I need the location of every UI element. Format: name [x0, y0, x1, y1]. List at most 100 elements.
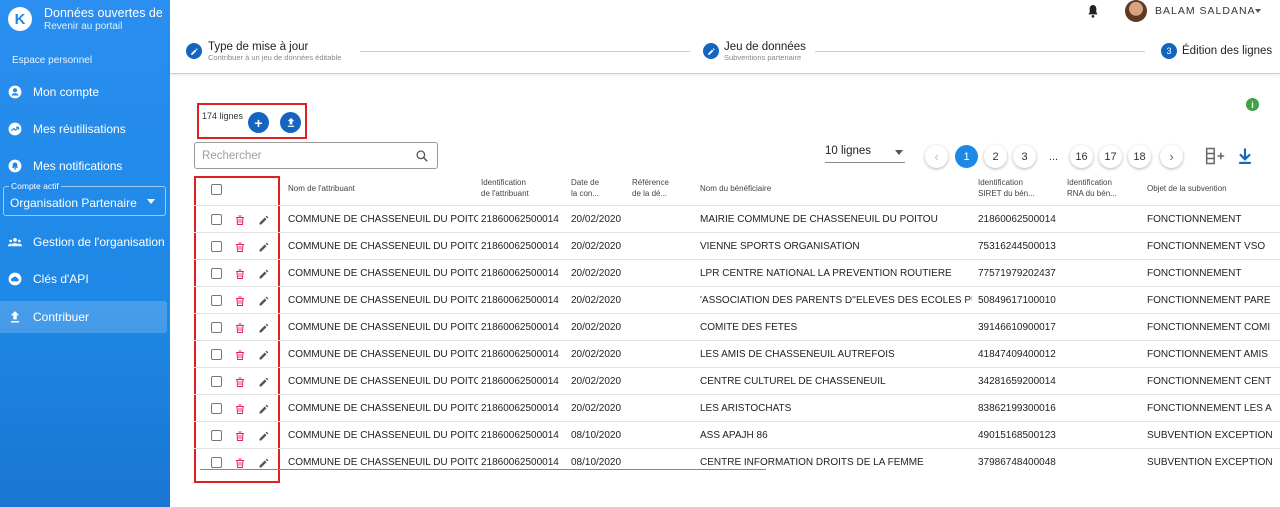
info-icon[interactable]: i — [1246, 98, 1259, 111]
active-account-select[interactable]: Compte actif Organisation Partenaire — [3, 181, 166, 216]
row-checkbox[interactable] — [211, 214, 222, 225]
table-cell: FONCTIONNEMENT — [1147, 214, 1242, 225]
column-header-line: Identification — [978, 178, 1023, 187]
column-header[interactable]: Identification de l'attribuant — [481, 178, 529, 200]
table-cell: 20/02/2020 — [571, 214, 622, 225]
table-cell: 21860062500014 — [481, 322, 559, 333]
sidebar-item-mon-compte[interactable]: Mon compte — [0, 76, 167, 108]
delete-row-icon[interactable] — [234, 375, 246, 387]
table-cell: COMMUNE DE CHASSENEUIL DU POITOU — [288, 322, 478, 333]
row-checkbox[interactable] — [211, 430, 222, 441]
step-title[interactable]: Édition des lignes — [1182, 45, 1272, 57]
delete-row-icon[interactable] — [234, 348, 246, 360]
table-cell: ASS APAJH 86 — [700, 430, 768, 441]
table-cell: 75316244500013 — [978, 241, 1056, 252]
account-circle-icon — [8, 85, 22, 99]
delete-row-icon[interactable] — [234, 267, 246, 279]
edit-row-icon[interactable] — [258, 321, 270, 333]
row-checkbox[interactable] — [211, 376, 222, 387]
column-header[interactable]: Référence de la dé... — [632, 178, 669, 200]
username[interactable]: BALAM SALDANA — [1155, 5, 1256, 17]
upload-button[interactable] — [280, 112, 301, 133]
page-17-button[interactable]: 17 — [1099, 145, 1122, 168]
column-header-line: de la dé... — [632, 188, 668, 198]
edit-row-icon[interactable] — [258, 375, 270, 387]
table-cell: 21860062500014 — [481, 349, 559, 360]
table-cell: COMMUNE DE CHASSENEUIL DU POITOU — [288, 349, 478, 360]
add-column-icon[interactable] — [1205, 146, 1225, 166]
page-2-button[interactable]: 2 — [984, 145, 1007, 168]
table-cell: LES AMIS DE CHASSENEUIL AUTREFOIS — [700, 349, 895, 360]
brand[interactable]: K Données ouvertes de r... Revenir au po… — [0, 0, 170, 40]
sidebar-item-mes-notifications[interactable]: Mes notifications — [0, 150, 167, 182]
add-row-button[interactable]: + — [248, 112, 269, 133]
row-checkbox[interactable] — [211, 295, 222, 306]
column-header[interactable]: Nom du bénéficiaire — [700, 184, 771, 195]
portal-title[interactable]: Données ouvertes de r... — [44, 6, 162, 21]
row-checkbox[interactable] — [211, 322, 222, 333]
edit-row-icon[interactable] — [258, 348, 270, 360]
row-checkbox[interactable] — [211, 457, 222, 468]
download-icon[interactable] — [1235, 146, 1255, 166]
sidebar-item-gestion-organisation[interactable]: Gestion de l'organisation — [0, 226, 167, 258]
page-16-button[interactable]: 16 — [1070, 145, 1093, 168]
page-18-button[interactable]: 18 — [1128, 145, 1151, 168]
sidebar-item-contribuer[interactable]: Contribuer — [0, 301, 167, 333]
notifications-bell-icon[interactable] — [1085, 3, 1101, 19]
row-checkbox[interactable] — [211, 403, 222, 414]
delete-row-icon[interactable] — [234, 456, 246, 468]
group-icon — [8, 235, 22, 249]
column-header[interactable]: Identification SIRET du bén... — [978, 178, 1035, 200]
cloud-icon — [8, 272, 22, 286]
delete-row-icon[interactable] — [234, 240, 246, 252]
row-checkbox[interactable] — [211, 241, 222, 252]
edit-row-icon[interactable] — [258, 213, 270, 225]
sidebar-item-mes-reutilisations[interactable]: Mes réutilisations — [0, 113, 167, 145]
edit-row-icon[interactable] — [258, 456, 270, 468]
column-header[interactable]: Objet de la subvention — [1147, 184, 1227, 195]
edit-row-icon[interactable] — [258, 429, 270, 441]
upload-icon — [287, 117, 294, 127]
table-cell: 77571979202437 — [978, 268, 1056, 279]
delete-row-icon[interactable] — [234, 321, 246, 333]
table-cell: FONCTIONNEMENT AMIS — [1147, 349, 1268, 360]
sidebar-item-label: Clés d'API — [33, 272, 89, 286]
rows-per-page-select[interactable]: 10 lignes — [825, 145, 905, 163]
back-to-portal-link[interactable]: Revenir au portail — [44, 21, 162, 33]
table-cell: CENTRE CULTUREL DE CHASSENEUIL — [700, 376, 886, 387]
step-title[interactable]: Type de mise à jour — [208, 41, 308, 53]
column-header[interactable]: Nom de l'attribuant — [288, 184, 355, 195]
delete-row-icon[interactable] — [234, 294, 246, 306]
avatar[interactable] — [1125, 0, 1147, 22]
plus-icon: + — [254, 114, 263, 131]
edit-row-icon[interactable] — [258, 267, 270, 279]
delete-row-icon[interactable] — [234, 402, 246, 414]
page-1-button[interactable]: 1 — [955, 145, 978, 168]
column-header[interactable]: Identification RNA du bén... — [1067, 178, 1117, 200]
table-row: COMMUNE DE CHASSENEUIL DU POITOU 21860062… — [194, 259, 1280, 286]
edit-row-icon[interactable] — [258, 402, 270, 414]
table-row: COMMUNE DE CHASSENEUIL DU POITOU 21860062… — [194, 448, 1280, 475]
page-3-button[interactable]: 3 — [1013, 145, 1036, 168]
table-cell: MAIRIE COMMUNE DE CHASSENEUIL DU POITOU — [700, 214, 938, 225]
edit-row-icon[interactable] — [258, 240, 270, 252]
table-cell: COMITE DES FETES — [700, 322, 798, 333]
step-title[interactable]: Jeu de données — [724, 41, 806, 53]
sidebar-item-cles-api[interactable]: Clés d'API — [0, 263, 167, 295]
delete-row-icon[interactable] — [234, 429, 246, 441]
delete-row-icon[interactable] — [234, 213, 246, 225]
chevron-down-icon — [147, 199, 155, 204]
search-icon[interactable] — [415, 149, 429, 163]
search-input[interactable] — [195, 143, 395, 168]
select-all-checkbox[interactable] — [211, 184, 222, 195]
next-page-button[interactable]: › — [1160, 145, 1183, 168]
edit-row-icon[interactable] — [258, 294, 270, 306]
table-cell: FONCTIONNEMENT LES A — [1147, 403, 1272, 414]
chevron-down-icon[interactable] — [1255, 9, 1261, 13]
column-header[interactable]: Date de la con... — [571, 178, 599, 200]
prev-page-button[interactable]: ‹ — [925, 145, 948, 168]
sidebar-item-label: Gestion de l'organisation — [33, 235, 165, 249]
row-checkbox[interactable] — [211, 349, 222, 360]
table-cell: COMMUNE DE CHASSENEUIL DU POITOU — [288, 295, 478, 306]
row-checkbox[interactable] — [211, 268, 222, 279]
